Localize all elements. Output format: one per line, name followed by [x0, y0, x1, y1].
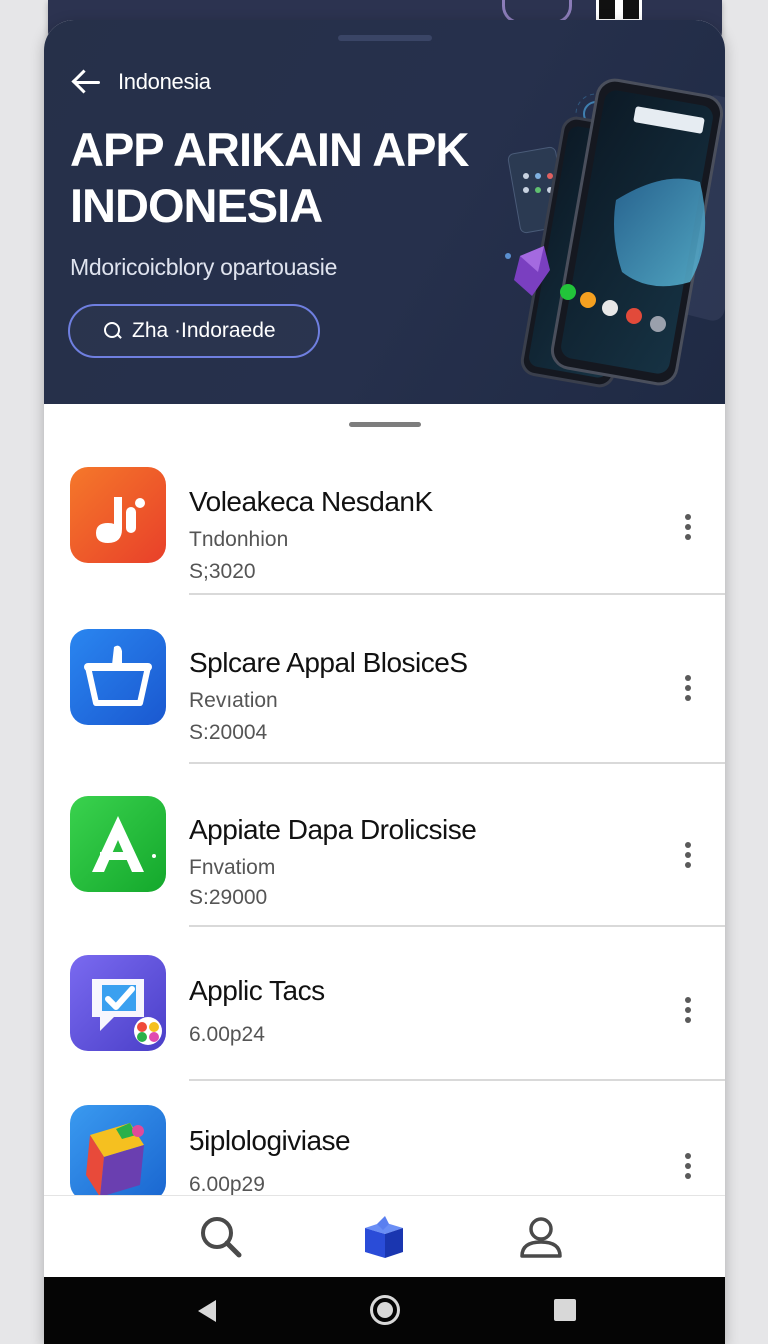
drag-indicator — [338, 35, 432, 41]
system-navigation-bar — [44, 1277, 725, 1344]
colorful-cube-icon — [70, 1105, 166, 1201]
back-label: Indonesia — [118, 69, 211, 94]
back-arrow-icon[interactable] — [70, 68, 102, 96]
more-options-icon[interactable] — [682, 675, 694, 705]
letter-a-icon — [70, 796, 166, 892]
app-category: Revıation — [189, 689, 278, 712]
page-title: APP ARIKAIN APK INDONESIA — [70, 122, 500, 234]
list-item[interactable]: Voleakeca NesdanK Tndonhion S;3020 — [44, 440, 725, 595]
search-icon[interactable] — [196, 1212, 246, 1262]
search-icon — [104, 322, 122, 340]
app-name: 5iplologiviase — [189, 1125, 351, 1156]
more-options-icon[interactable] — [682, 1153, 694, 1183]
shopping-basket-icon — [70, 629, 166, 725]
checkmark-badge-icon — [70, 955, 166, 1051]
list-item[interactable]: Applic Tacs 6.00p24 — [44, 927, 725, 1081]
app-price: 6.00p29 — [189, 1173, 265, 1196]
back-icon[interactable] — [198, 1300, 216, 1322]
app-price: 6.00p24 — [189, 1023, 265, 1046]
page-title-line: INDONESIA — [70, 179, 323, 232]
recents-icon[interactable] — [554, 1299, 576, 1321]
app-screen: Indonesia APP ARIKAIN APK INDONESIA Mdor… — [44, 20, 725, 1344]
profile-icon[interactable] — [516, 1212, 566, 1262]
app-price: S:20004 — [189, 721, 268, 744]
home-icon[interactable] — [370, 1295, 400, 1325]
app-name: Voleakeca NesdanK — [189, 486, 433, 517]
more-options-icon[interactable] — [682, 997, 694, 1027]
search-pill-text: Zha ·Indoraede — [132, 319, 276, 342]
back-navigation[interactable]: Indonesia — [70, 68, 211, 96]
page-subtitle: Mdoricoicblory opartouasie — [70, 254, 338, 280]
app-name: Splcare Appal BlosiceS — [189, 647, 468, 678]
background-card-graphic — [596, 0, 642, 22]
search-pill[interactable]: Zha ·Indoraede — [68, 304, 320, 358]
list-item[interactable]: Splcare Appal BlosiceS Revıation S:20004 — [44, 595, 725, 764]
bottom-navigation — [44, 1195, 725, 1277]
music-note-icon — [70, 467, 166, 563]
page-title-line: APP ARIKAIN APK — [70, 123, 469, 176]
phones-illustration — [505, 78, 725, 388]
app-list: Voleakeca NesdanK Tndonhion S;3020 Splca… — [44, 440, 725, 1241]
app-price: S;3020 — [189, 560, 256, 583]
app-category: Tndonhion — [189, 528, 289, 551]
app-name: Applic Tacs — [189, 975, 325, 1006]
sheet-handle[interactable] — [349, 422, 421, 427]
app-name: Appiate Dapa Drolicsise — [189, 814, 477, 845]
app-price: S:29000 — [189, 886, 268, 909]
more-options-icon[interactable] — [682, 842, 694, 872]
list-item[interactable]: Appiate Dapa Drolicsise Fnvatiom S:29000 — [44, 764, 725, 927]
app-category: Fnvatiom — [189, 856, 276, 879]
store-box-icon[interactable] — [359, 1212, 409, 1262]
hero-banner: Indonesia APP ARIKAIN APK INDONESIA Mdor… — [44, 20, 725, 404]
more-options-icon[interactable] — [682, 514, 694, 544]
